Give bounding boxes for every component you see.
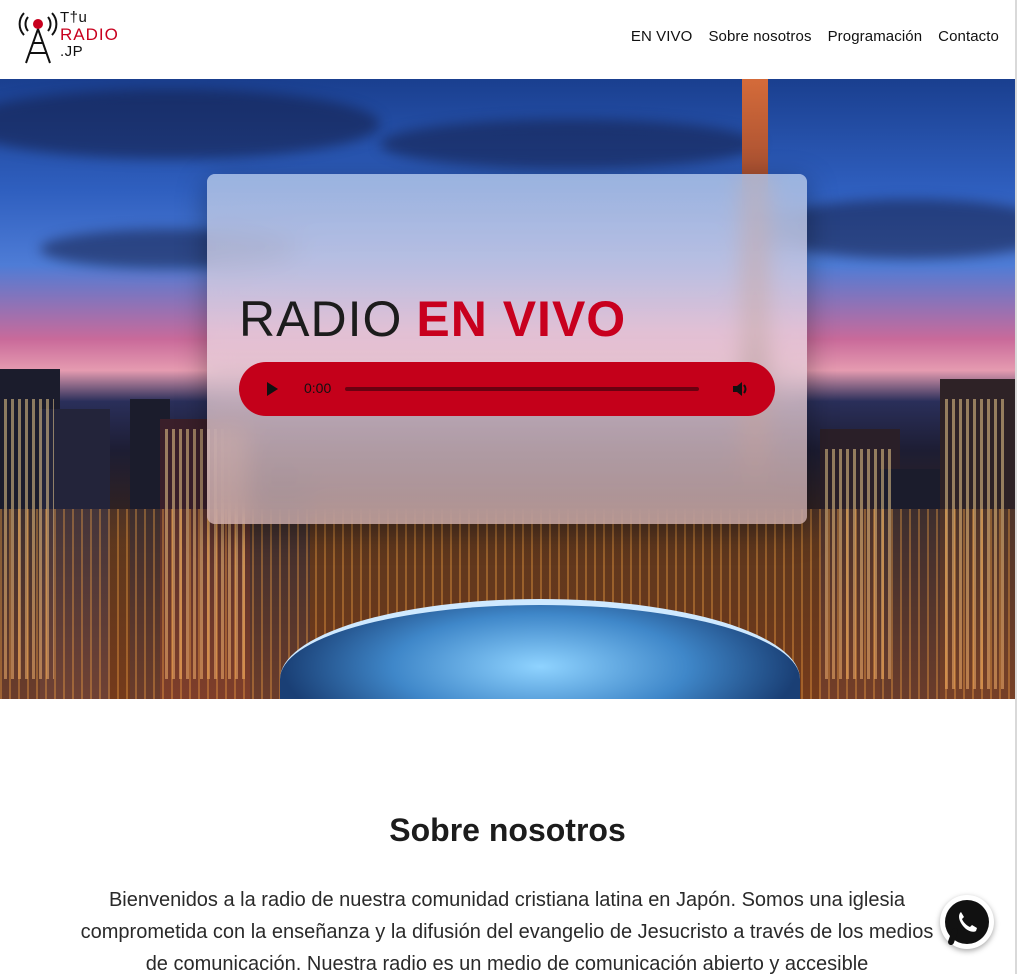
live-radio-card: RADIO EN VIVO 0:00 bbox=[207, 174, 807, 524]
main-nav: EN VIVO Sobre nosotros Programación Cont… bbox=[631, 28, 999, 45]
hero-section: RADIO EN VIVO 0:00 bbox=[0, 79, 1015, 699]
whatsapp-button[interactable] bbox=[940, 895, 994, 949]
logo-text: T†u RADIO .JP bbox=[60, 9, 119, 60]
site-header: T†u RADIO .JP EN VIVO Sobre nosotros Pro… bbox=[0, 0, 1015, 79]
whatsapp-icon bbox=[945, 900, 989, 945]
nav-contacto[interactable]: Contacto bbox=[938, 28, 999, 45]
title-en-vivo: EN VIVO bbox=[416, 291, 627, 347]
radio-tower-icon bbox=[18, 12, 58, 64]
logo-line-3: .JP bbox=[60, 43, 84, 60]
site-logo[interactable]: T†u RADIO .JP bbox=[18, 9, 128, 67]
volume-icon[interactable] bbox=[730, 379, 750, 399]
logo-line-1: T†u bbox=[60, 9, 88, 26]
seek-bar[interactable] bbox=[345, 387, 699, 391]
play-icon[interactable] bbox=[267, 382, 278, 396]
nav-en-vivo[interactable]: EN VIVO bbox=[631, 28, 693, 45]
logo-line-2: RADIO bbox=[60, 25, 119, 44]
current-time: 0:00 bbox=[304, 380, 332, 396]
nav-programacion[interactable]: Programación bbox=[828, 28, 923, 45]
about-title: Sobre nosotros bbox=[389, 812, 626, 848]
live-radio-title: RADIO EN VIVO bbox=[239, 294, 626, 344]
audio-player: 0:00 bbox=[239, 362, 775, 416]
nav-sobre-nosotros[interactable]: Sobre nosotros bbox=[708, 28, 811, 45]
title-radio: RADIO bbox=[239, 291, 403, 347]
about-text: Bienvenidos a la radio de nuestra comuni… bbox=[80, 889, 934, 974]
